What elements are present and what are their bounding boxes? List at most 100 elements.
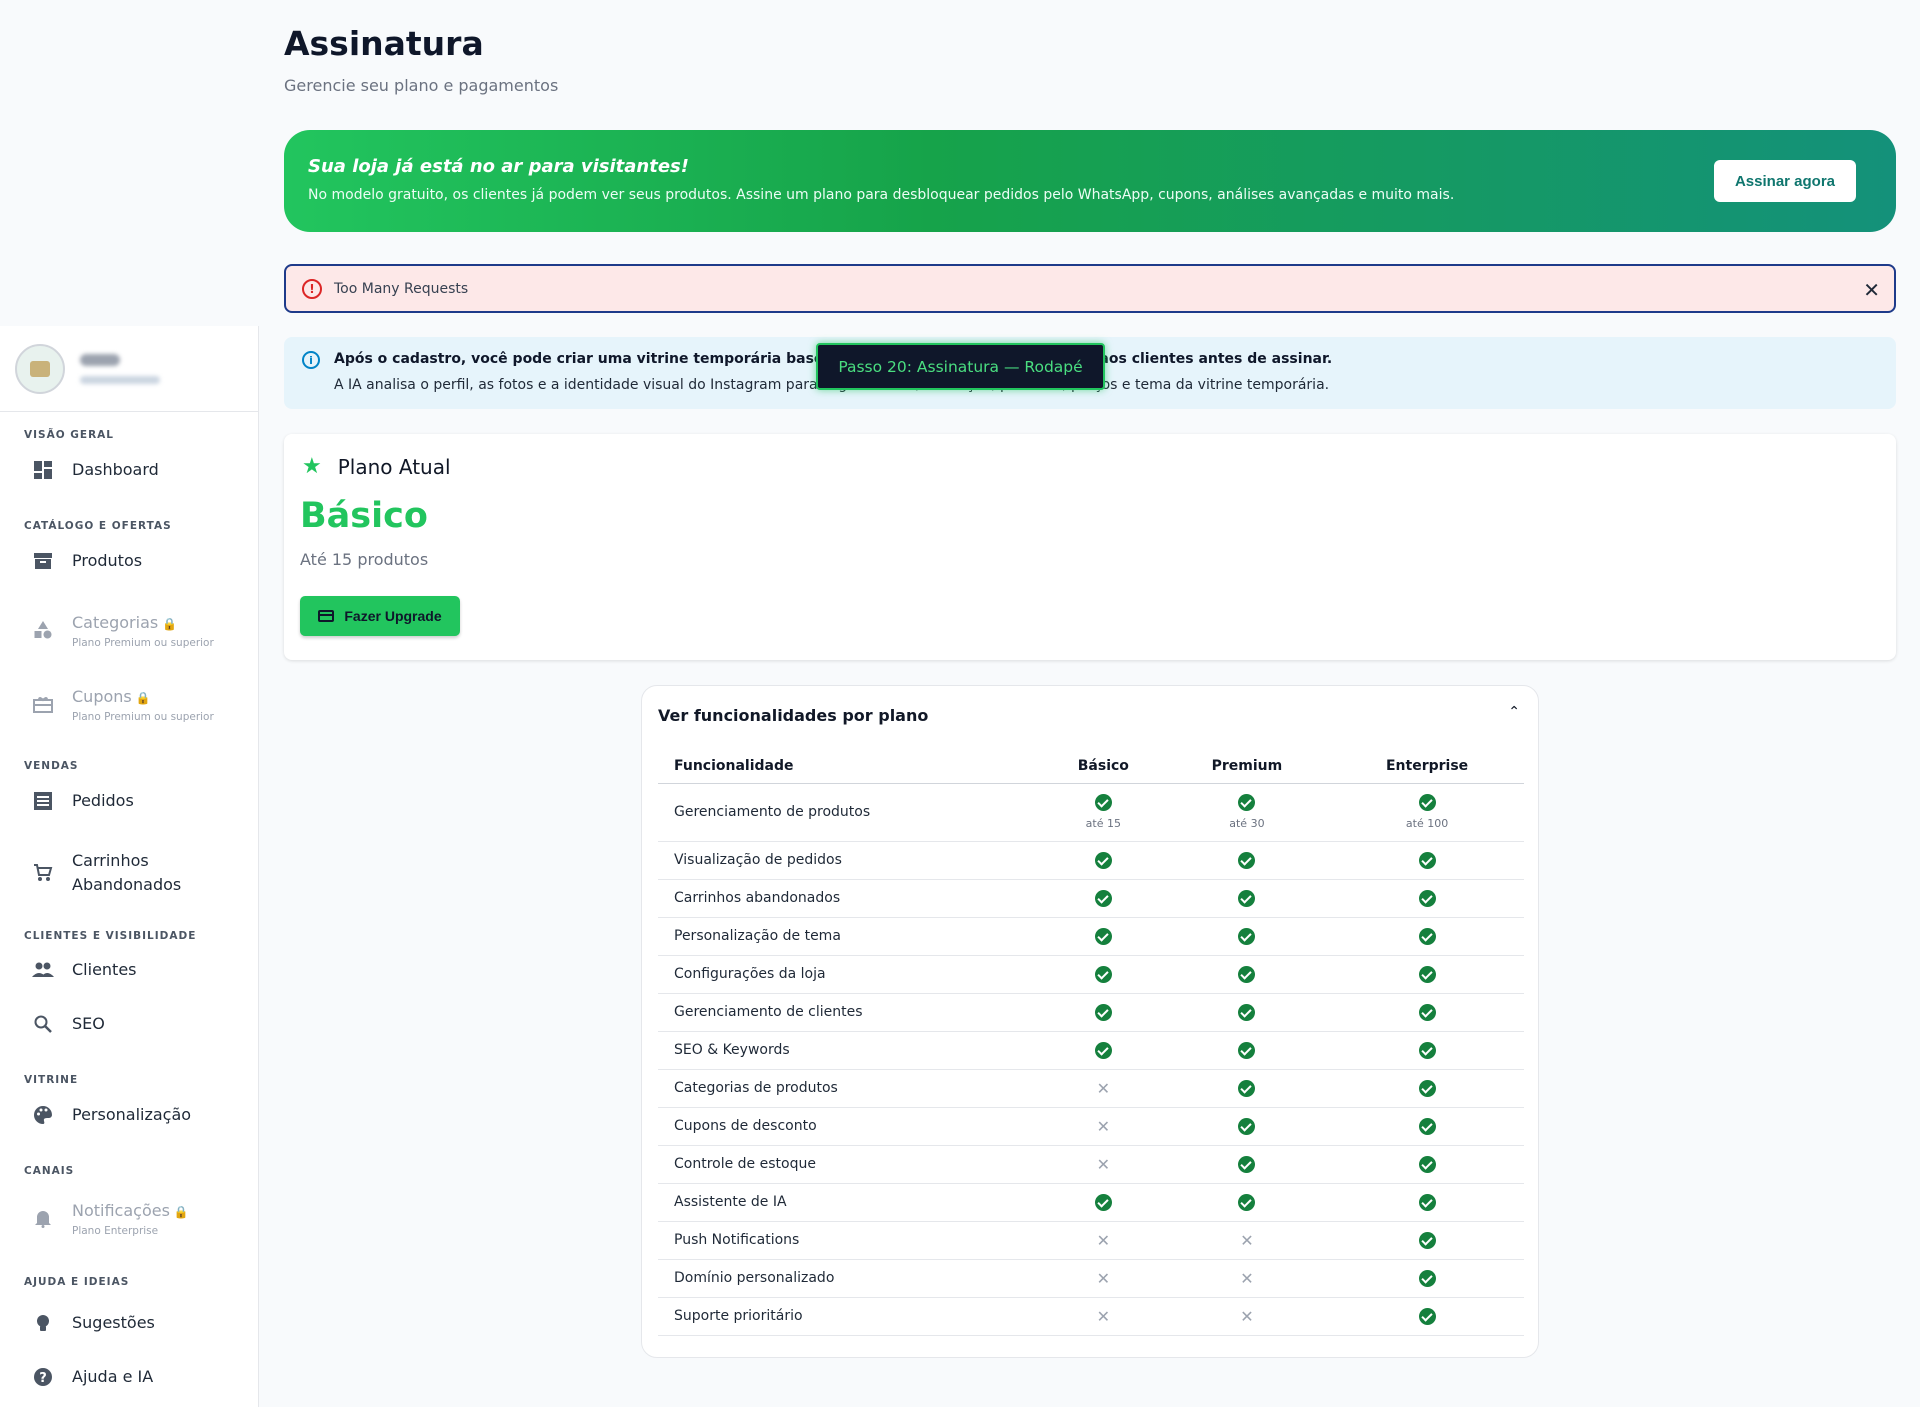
x-icon: ✕ — [1096, 1078, 1111, 1098]
table-row: Gerenciamento de produtos até 15 até 30 até… — [658, 783, 1524, 842]
table-row: Personalização de tema — [658, 917, 1524, 956]
table-row: Push Notifications ✕ ✕ — [658, 1221, 1524, 1260]
feature-cell-premium: ✕ — [1163, 1297, 1331, 1336]
star-icon: ★ — [302, 454, 322, 479]
sidebar-item-label: Produtos — [72, 551, 143, 570]
feature-name: Categorias de produtos — [658, 1069, 1043, 1108]
table-row: Carrinhos abandonados — [658, 879, 1524, 918]
check-circle-icon — [1418, 965, 1436, 983]
banner-text: No modelo gratuito, os clientes já podem… — [308, 187, 1455, 203]
sidebar-item-label: Clientes — [72, 960, 137, 979]
tour-step-tooltip[interactable]: Passo 20: Assinatura — Rodapé — [816, 343, 1105, 390]
table-row: Suporte prioritário ✕ ✕ — [658, 1297, 1524, 1336]
plan-limit-note: até 15 — [1085, 817, 1121, 830]
feature-cell-enterprise — [1330, 1183, 1524, 1222]
header-enterprise: Enterprise — [1330, 749, 1524, 784]
check-circle-icon — [1418, 889, 1436, 907]
table-row: Cupons de desconto ✕ — [658, 1107, 1524, 1146]
feature-cell-basico — [1043, 1031, 1164, 1070]
feature-cell-basico — [1043, 993, 1164, 1032]
table-row: Controle de estoque ✕ — [658, 1145, 1524, 1184]
check-circle-icon — [1238, 794, 1256, 811]
feature-cell-enterprise — [1330, 1221, 1524, 1260]
sidebar-item-categories[interactable]: Categorias 🔒 Plano Premium ou superior — [0, 602, 258, 658]
dashboard-icon — [32, 459, 54, 481]
check-circle-icon — [1418, 1231, 1436, 1249]
feature-cell-premium — [1163, 841, 1331, 880]
check-circle-icon — [1238, 1155, 1256, 1173]
feature-cell-basico — [1043, 917, 1164, 956]
sidebar-item-suggestions[interactable]: Sugestões — [0, 1301, 258, 1345]
sidebar-item-label: Personalização — [72, 1105, 192, 1124]
feature-cell-basico — [1043, 955, 1164, 994]
features-panel-title[interactable]: Ver funcionalidades por plano — [658, 706, 928, 725]
sidebar-item-products[interactable]: Produtos — [0, 539, 258, 583]
sidebar-item-label: Notificações — [72, 1201, 170, 1220]
check-circle-icon — [1418, 1269, 1436, 1287]
section-storefront: VITRINE — [24, 1074, 79, 1086]
check-circle-icon — [1238, 1193, 1256, 1211]
x-icon: ✕ — [1096, 1230, 1111, 1250]
check-circle-icon — [1418, 1117, 1436, 1135]
close-icon[interactable]: ✕ — [1863, 278, 1880, 302]
category-icon — [32, 619, 54, 641]
sidebar-item-abandoned-carts[interactable]: Carrinhos Abandonados — [0, 844, 258, 902]
plan-limit-note: até 30 — [1229, 817, 1265, 830]
sidebar-item-help[interactable]: ? Ajuda e IA — [0, 1355, 258, 1399]
feature-cell-basico: ✕ — [1043, 1259, 1164, 1298]
section-channels: CANAIS — [24, 1165, 75, 1177]
table-row: Categorias de produtos ✕ — [658, 1069, 1524, 1108]
feature-cell-premium — [1163, 917, 1331, 956]
table-row: SEO & Keywords — [658, 1031, 1524, 1070]
table-row: Assistente de IA — [658, 1183, 1524, 1222]
feature-name: Gerenciamento de produtos — [658, 783, 1043, 842]
banner-title: Sua loja já está no ar para visitantes! — [308, 156, 689, 177]
sidebar-item-sub: Plano Premium ou superior — [72, 637, 214, 649]
x-icon: ✕ — [1096, 1268, 1111, 1288]
promo-banner: Sua loja já está no ar para visitantes! … — [284, 130, 1896, 232]
sidebar-item-coupons[interactable]: Cupons 🔒 Plano Premium ou superior — [0, 676, 258, 732]
upgrade-button[interactable]: Fazer Upgrade — [300, 596, 460, 636]
archive-icon — [32, 550, 54, 572]
cart-icon — [32, 862, 54, 884]
feature-cell-enterprise — [1330, 841, 1524, 880]
sidebar-item-customization[interactable]: Personalização — [0, 1093, 258, 1137]
feature-cell-basico: ✕ — [1043, 1221, 1164, 1260]
check-circle-icon — [1238, 889, 1256, 907]
sidebar-item-label: Categorias — [72, 613, 159, 632]
check-circle-icon — [1094, 1193, 1112, 1211]
feature-name: Personalização de tema — [658, 917, 1043, 956]
page-subtitle: Gerencie seu plano e pagamentos — [284, 76, 559, 95]
check-circle-icon — [1238, 851, 1256, 869]
sidebar-item-seo[interactable]: SEO — [0, 1002, 258, 1046]
section-overview: VISÃO GERAL — [24, 429, 114, 441]
x-icon: ✕ — [1240, 1306, 1254, 1326]
check-circle-icon — [1418, 1003, 1436, 1021]
sidebar-item-orders[interactable]: Pedidos — [0, 779, 258, 823]
feature-cell-enterprise — [1330, 879, 1524, 918]
info-icon: i — [302, 351, 320, 369]
check-circle-icon — [1238, 1003, 1256, 1021]
table-row: Gerenciamento de clientes — [658, 993, 1524, 1032]
feature-cell-enterprise — [1330, 1297, 1524, 1336]
svg-text:?: ? — [39, 1371, 47, 1386]
sidebar-item-notifications[interactable]: Notificações 🔒 Plano Enterprise — [0, 1190, 258, 1246]
subscribe-now-button[interactable]: Assinar agora — [1714, 160, 1856, 202]
sidebar-item-customers[interactable]: Clientes — [0, 948, 258, 992]
user-profile[interactable] — [0, 326, 258, 412]
feature-cell-enterprise — [1330, 993, 1524, 1032]
check-circle-icon — [1094, 851, 1112, 869]
feature-name: SEO & Keywords — [658, 1031, 1043, 1070]
lock-icon: 🔒 — [173, 1205, 189, 1219]
palette-icon — [32, 1104, 54, 1126]
header-feature: Funcionalidade — [658, 749, 1043, 784]
feature-cell-basico — [1043, 1183, 1164, 1222]
feature-cell-enterprise — [1330, 1145, 1524, 1184]
lock-icon: 🔒 — [135, 691, 151, 705]
sidebar-item-label: Pedidos — [72, 791, 134, 810]
sidebar-item-dashboard[interactable]: Dashboard — [0, 448, 258, 492]
coupon-icon — [32, 693, 54, 715]
feature-cell-enterprise — [1330, 1259, 1524, 1298]
sidebar-item-label: Sugestões — [72, 1313, 155, 1332]
chevron-up-icon[interactable]: ⌃ — [1508, 704, 1520, 720]
